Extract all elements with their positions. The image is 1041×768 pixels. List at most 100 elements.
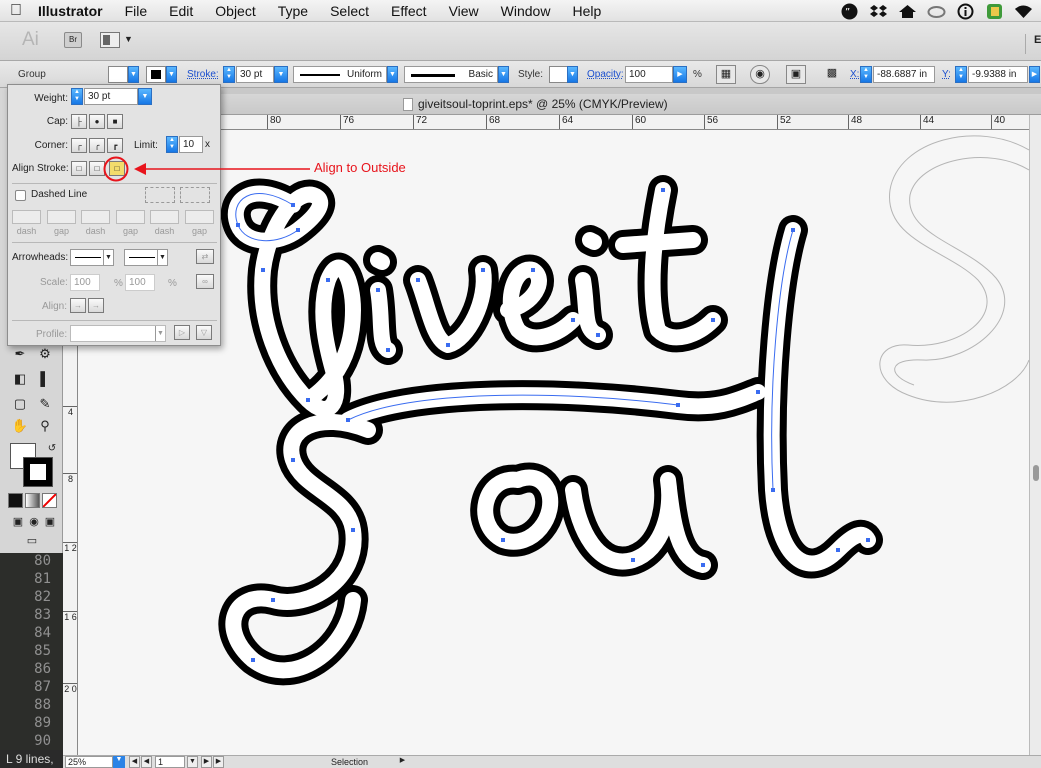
menu-view[interactable]: View [438, 0, 490, 22]
swap-fill-stroke-icon[interactable]: ↺ [40, 438, 64, 460]
fill-dropdown-icon[interactable]: ▼ [128, 66, 139, 83]
opacity-field[interactable]: 100 [625, 66, 673, 83]
slice-tool-icon[interactable]: ✎ [33, 393, 57, 415]
style-dropdown-icon[interactable]: ▼ [567, 66, 578, 83]
brush-dropdown-icon[interactable]: ▼ [498, 66, 509, 83]
current-tool-status[interactable]: Selection [331, 756, 368, 768]
preserve-dash-button[interactable] [145, 187, 175, 203]
variable-width-profile[interactable]: Uniform [293, 66, 387, 83]
info-icon[interactable] [956, 2, 975, 21]
end-scale-field[interactable]: 100 [125, 274, 155, 291]
screen-mode-icon[interactable]: ▭ [10, 530, 54, 552]
menu-edit[interactable]: Edit [158, 0, 204, 22]
menu-help[interactable]: Help [561, 0, 612, 22]
first-artboard-icon[interactable]: ◀ [129, 756, 140, 768]
hand-tool-icon[interactable]: ✋ [8, 415, 32, 437]
place-arrow-button[interactable]: → [88, 298, 104, 313]
stroke-dropdown-icon[interactable]: ▼ [166, 66, 177, 83]
zoom-tool-icon[interactable]: ⚲ [33, 415, 57, 437]
opacity-dropdown-icon[interactable]: ▶ [673, 66, 687, 83]
fill-swatch[interactable] [108, 66, 128, 83]
weight-dropdown-icon[interactable]: ▼ [138, 88, 152, 105]
stroke-weight-stepper[interactable]: ▲ ▼ [223, 66, 235, 83]
bevel-join-button[interactable]: ┏ [107, 138, 123, 153]
profile-dropdown-icon[interactable]: ▼ [387, 66, 398, 83]
symbol-sprayer-tool-icon[interactable]: ◧ [8, 368, 32, 390]
apple-menu-icon[interactable]:  [0, 0, 32, 22]
previous-artboard-icon[interactable]: ◀ [141, 756, 152, 768]
align-to-selection-icon[interactable]: ▣ [786, 65, 806, 84]
stroke-color-box[interactable] [23, 457, 53, 487]
menu-object[interactable]: Object [204, 0, 266, 22]
limit-stepper[interactable]: ▲ ▼ [166, 136, 178, 153]
bridge-button[interactable]: Br [64, 32, 82, 48]
arrange-documents-button[interactable] [100, 32, 120, 48]
zoom-dropdown-icon[interactable]: ▼ [113, 756, 125, 768]
projecting-cap-button[interactable]: ■ [107, 114, 123, 129]
scroll-thumb[interactable] [1033, 465, 1039, 481]
extend-arrow-button[interactable]: → [70, 298, 86, 313]
stroke-weight-field[interactable]: 30 pt [236, 66, 274, 83]
menu-type[interactable]: Type [267, 0, 319, 22]
gradient-mode-icon[interactable] [25, 493, 40, 508]
align-center-button[interactable]: □ [71, 161, 87, 176]
menu-window[interactable]: Window [490, 0, 562, 22]
stroke-weight-dropdown-icon[interactable]: ▼ [274, 66, 288, 83]
dropbox-icon[interactable] [869, 2, 888, 21]
vertical-scrollbar[interactable] [1029, 115, 1041, 755]
status-menu-icon[interactable]: ▶ [397, 756, 408, 768]
workspace-switcher[interactable]: ES [1025, 34, 1041, 54]
wifi-icon[interactable] [1014, 2, 1033, 21]
gap-field[interactable] [185, 210, 214, 224]
home-icon[interactable] [898, 2, 917, 21]
artboard-dropdown-icon[interactable]: ▼ [187, 756, 198, 768]
end-arrowhead-dropdown[interactable]: ▼ [124, 249, 168, 266]
flip-along-icon[interactable]: ▷ [174, 325, 190, 340]
menu-app-name[interactable]: Illustrator [32, 0, 114, 22]
evernote-icon[interactable] [985, 2, 1004, 21]
dash-field[interactable] [150, 210, 179, 224]
profile-dropdown[interactable]: ▼ [70, 325, 166, 342]
swap-arrowheads-icon[interactable]: ⇄ [196, 249, 214, 264]
flip-across-icon[interactable]: ▽ [196, 325, 212, 340]
opacity-label[interactable]: Opacity: [587, 69, 624, 80]
miter-join-button[interactable]: ┌ [71, 138, 87, 153]
menu-select[interactable]: Select [319, 0, 380, 22]
dash-field[interactable] [81, 210, 110, 224]
document-setup-icon[interactable]: ◉ [750, 65, 770, 84]
y-label[interactable]: Y: [942, 69, 951, 80]
graphic-style-swatch[interactable] [549, 66, 569, 83]
graph-tool-icon[interactable]: ▌ [33, 368, 57, 390]
none-mode-icon[interactable] [42, 493, 57, 508]
document-tab[interactable]: giveitsoul-toprint.eps* @ 25% (CMYK/Prev… [220, 94, 1041, 115]
weight-stepper[interactable]: ▲ ▼ [71, 88, 83, 105]
chevron-down-icon[interactable]: ▼ [124, 34, 133, 44]
round-join-button[interactable]: ╭ [89, 138, 105, 153]
limit-field[interactable]: 10 [179, 136, 203, 153]
butt-cap-button[interactable]: ├ [71, 114, 87, 129]
y-stepper[interactable]: ▲ ▼ [955, 66, 967, 83]
stroke-swatch[interactable] [146, 66, 166, 83]
hangouts-icon[interactable]: ” [840, 2, 859, 21]
next-artboard-icon[interactable]: ▶ [201, 756, 212, 768]
blend-tool-icon[interactable]: ⚙ [33, 343, 57, 365]
x-field[interactable]: -88.6887 in [873, 66, 935, 83]
recolor-artwork-icon[interactable]: ▦ [716, 65, 736, 84]
last-artboard-icon[interactable]: ▶ [213, 756, 224, 768]
link-scale-icon[interactable]: ∞ [196, 274, 214, 289]
dash-field[interactable] [12, 210, 41, 224]
artboard-tool-icon[interactable]: ▢ [8, 393, 32, 415]
creative-cloud-icon[interactable] [927, 2, 946, 21]
artboard-number-field[interactable]: 1 [155, 756, 185, 768]
y-field[interactable]: -9.9388 in [968, 66, 1028, 83]
y-dropdown-icon[interactable]: ▶ [1029, 66, 1040, 83]
weight-field[interactable]: 30 pt [84, 88, 138, 105]
zoom-field[interactable]: 25% [65, 756, 113, 768]
x-stepper[interactable]: ▲ ▼ [860, 66, 872, 83]
round-cap-button[interactable]: ● [89, 114, 105, 129]
start-arrowhead-dropdown[interactable]: ▼ [70, 249, 114, 266]
dashed-line-checkbox[interactable] [15, 190, 26, 201]
reference-point-icon[interactable]: ▩ [822, 65, 842, 84]
align-dash-button[interactable] [180, 187, 210, 203]
start-scale-field[interactable]: 100 [70, 274, 100, 291]
